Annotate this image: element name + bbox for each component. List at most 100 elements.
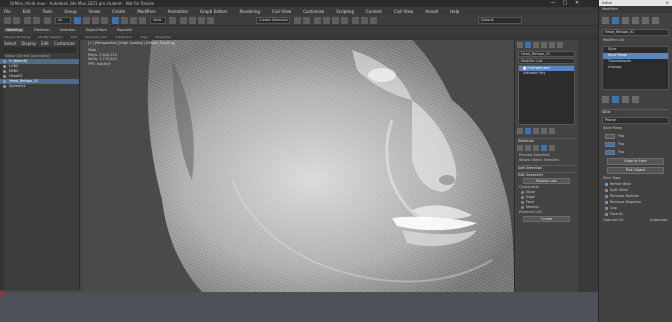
- explorer-tab[interactable]: Display: [21, 41, 36, 46]
- named-selection-dropdown[interactable]: Create Selection Se: [256, 17, 290, 24]
- object-name-field[interactable]: Head_Retopo_01: [518, 51, 575, 57]
- explorer-row[interactable]: Sphere01: [0, 84, 79, 89]
- mirror-icon[interactable]: [294, 17, 301, 24]
- align-to-face-button[interactable]: Align to Face: [607, 158, 664, 165]
- editor-modifier-list[interactable]: Modifier List: [599, 38, 672, 44]
- slice-rollout[interactable]: Slice: [602, 109, 669, 115]
- menu-item[interactable]: Tools: [42, 9, 52, 14]
- element-icon[interactable]: [549, 145, 555, 151]
- ribbon-tab[interactable]: Populate: [117, 28, 132, 32]
- bind-space-warp-icon[interactable]: [44, 17, 51, 24]
- remove-modifier-icon[interactable]: [541, 128, 547, 134]
- hierarchy-tab-icon[interactable]: [533, 42, 539, 48]
- show-end-result-icon[interactable]: [612, 95, 619, 103]
- menu-item[interactable]: Arnold: [425, 9, 438, 14]
- visibility-icon[interactable]: [3, 75, 6, 78]
- utilities-tab-icon[interactable]: [557, 42, 563, 48]
- editor-object-name[interactable]: Head_Retopo_01: [602, 29, 669, 36]
- flip-x-toggle[interactable]: Flip: [599, 132, 672, 140]
- flip-y-toggle[interactable]: Flip: [599, 140, 672, 148]
- repeat-last-button[interactable]: Repeat Last: [523, 178, 570, 184]
- angle-snap-icon[interactable]: [189, 17, 196, 24]
- operate-on-row[interactable]: Operate On: Automatic: [599, 218, 672, 224]
- scale-icon[interactable]: [130, 17, 137, 24]
- pin-stack-icon[interactable]: [602, 95, 609, 103]
- modify-tab-icon[interactable]: [612, 16, 619, 24]
- menu-item[interactable]: Edit: [23, 9, 31, 14]
- create-button[interactable]: Create: [523, 216, 570, 222]
- align-icon[interactable]: [303, 17, 310, 24]
- modify-tab-icon[interactable]: [525, 42, 531, 48]
- ribbon-tab[interactable]: Object Paint: [86, 28, 107, 32]
- motion-tab-icon[interactable]: [632, 16, 639, 24]
- render-frame-icon[interactable]: [361, 17, 368, 24]
- window-crossing-icon[interactable]: [101, 17, 108, 24]
- menu-item[interactable]: Create: [112, 9, 125, 14]
- editor-menu[interactable]: Modifiers: [599, 6, 672, 13]
- create-tab-icon[interactable]: [602, 16, 609, 24]
- layer-explorer-icon[interactable]: [314, 17, 321, 24]
- workspace-dropdown[interactable]: Default: [478, 17, 522, 24]
- y-axis-button[interactable]: [605, 141, 615, 147]
- placement-icon[interactable]: [139, 17, 146, 24]
- explorer-filter-bar[interactable]: [3, 47, 76, 53]
- polygon-icon[interactable]: [541, 145, 547, 151]
- visibility-icon[interactable]: [3, 65, 6, 68]
- menu-item[interactable]: Group: [64, 9, 76, 14]
- modifier-list-dropdown[interactable]: Modifier List: [518, 58, 575, 64]
- ribbon-panel[interactable]: Polygon Modeling: [4, 35, 30, 39]
- visibility-icon[interactable]: [3, 60, 6, 63]
- visibility-icon[interactable]: [3, 85, 6, 88]
- menu-item[interactable]: Modifiers: [137, 9, 155, 14]
- schematic-view-icon[interactable]: [332, 17, 339, 24]
- plane-type-dropdown[interactable]: Planar: [602, 117, 669, 124]
- curve-editor-icon[interactable]: [323, 17, 330, 24]
- ribbon-panel[interactable]: Modify Selection: [38, 35, 63, 39]
- menu-item[interactable]: Scripting: [336, 9, 354, 14]
- menu-item[interactable]: Customize: [303, 9, 324, 14]
- material-editor-icon[interactable]: [341, 17, 348, 24]
- hierarchy-tab-icon[interactable]: [622, 16, 629, 24]
- editor-close-icon[interactable]: ✕: [666, 0, 669, 6]
- pick-object-button[interactable]: Pick Object: [607, 167, 664, 174]
- pivot-center-icon[interactable]: [169, 17, 176, 24]
- ribbon-tab[interactable]: Selection: [60, 28, 76, 32]
- spinner-snap-icon[interactable]: [207, 17, 214, 24]
- ribbon-panel[interactable]: Properties: [156, 35, 171, 39]
- maximize-button[interactable]: ▢: [562, 1, 568, 6]
- remove-modifier-icon[interactable]: [632, 95, 639, 103]
- menu-item[interactable]: Graph Editors: [200, 9, 227, 14]
- display-tab-icon[interactable]: [549, 42, 555, 48]
- ribbon-tab[interactable]: Freeform: [34, 28, 50, 32]
- unlink-icon[interactable]: [33, 17, 40, 24]
- edit-geometry-rollout[interactable]: Edit Geometry: [518, 172, 575, 177]
- rotate-icon[interactable]: [121, 17, 128, 24]
- ribbon-panel[interactable]: Geometry (All): [85, 35, 107, 39]
- vertex-icon[interactable]: [517, 145, 523, 151]
- move-icon[interactable]: [112, 17, 119, 24]
- ribbon-tab[interactable]: Modeling: [4, 28, 24, 32]
- explorer-tab[interactable]: Customize: [54, 41, 75, 46]
- percent-snap-icon[interactable]: [198, 17, 205, 24]
- snaps-icon[interactable]: [180, 17, 187, 24]
- undo-icon[interactable]: [4, 17, 11, 24]
- pin-stack-icon[interactable]: [517, 128, 523, 134]
- create-tab-icon[interactable]: [517, 42, 523, 48]
- link-icon[interactable]: [24, 17, 31, 24]
- visibility-icon[interactable]: [3, 70, 6, 73]
- selection-filter-dropdown[interactable]: All: [55, 17, 71, 24]
- rect-selection-icon[interactable]: [92, 17, 99, 24]
- border-icon[interactable]: [533, 145, 539, 151]
- stack-item[interactable]: Editable Poly: [519, 71, 574, 76]
- make-unique-icon[interactable]: [533, 128, 539, 134]
- configure-sets-icon[interactable]: [549, 128, 555, 134]
- soft-selection-rollout[interactable]: Soft Selection: [518, 165, 575, 170]
- reference-coord-dropdown[interactable]: View: [150, 17, 166, 24]
- minimize-button[interactable]: —: [550, 1, 556, 6]
- menu-item[interactable]: Content: [366, 9, 382, 14]
- select-object-icon[interactable]: [74, 17, 81, 24]
- ribbon-panel[interactable]: Edit: [71, 35, 77, 39]
- x-axis-button[interactable]: [605, 133, 615, 139]
- show-end-result-icon[interactable]: [525, 128, 531, 134]
- menu-item[interactable]: Animation: [168, 9, 188, 14]
